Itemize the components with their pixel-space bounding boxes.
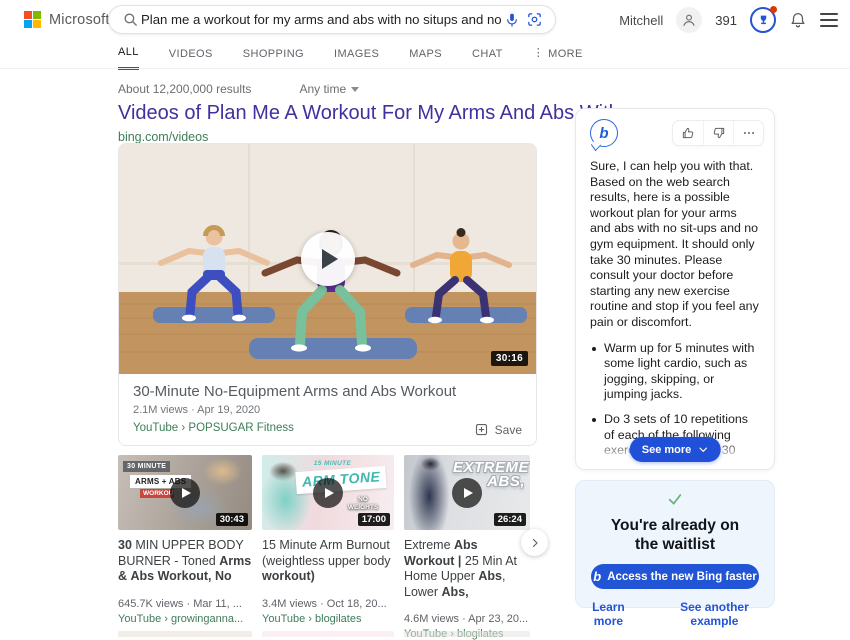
play-icon: [322, 249, 338, 269]
search-box[interactable]: [108, 5, 556, 34]
thumbs-down-button[interactable]: [703, 121, 733, 145]
bell-icon[interactable]: [789, 11, 807, 29]
thumbs-up-button[interactable]: [673, 121, 703, 145]
video-3-duration-badge: 26:24: [494, 513, 526, 526]
cutoff-thumbnail: [404, 631, 530, 637]
video-2-title[interactable]: 15 Minute Arm Burnout (weightless upper …: [262, 538, 394, 585]
main-video-title[interactable]: 30-Minute No-Equipment Arms and Abs Work…: [133, 383, 522, 400]
video-1-views: 645.7K views · Mar 11, ...: [118, 598, 252, 610]
waitlist-title: You're already on the waitlist: [576, 516, 774, 554]
main-video-meta: 2.1M views · Apr 19, 2020: [133, 404, 522, 416]
checkmark-icon: [667, 491, 683, 507]
chat-answer-body: Sure, I can help you with that. Based on…: [576, 147, 774, 470]
search-input[interactable]: [141, 12, 501, 27]
chat-bullet: Warm up for 5 minutes with some light ca…: [590, 341, 760, 403]
waitlist-card: You're already on the waitlist b Access …: [575, 480, 775, 608]
play-button[interactable]: [452, 478, 482, 508]
results-count: About 12,200,000 results: [118, 82, 251, 96]
result-url: bing.com/videos: [118, 130, 208, 144]
rewards-badge-icon[interactable]: [750, 7, 776, 33]
play-icon: [325, 488, 334, 498]
bing-search-page: Microsoft Bing: [0, 0, 850, 637]
visual-search-icon[interactable]: [523, 9, 545, 31]
tab-images[interactable]: IMAGES: [334, 46, 379, 70]
bing-chat-icon: b: [590, 119, 618, 147]
top-bar: Microsoft Bing: [0, 0, 850, 40]
carousel-video-2: 15 MINUTE ARM TONE NO WEIGHTS 17:00 15 M…: [262, 455, 394, 640]
video-1-title[interactable]: 30 MIN UPPER BODY BURNER - Toned Arms & …: [118, 538, 252, 585]
results-bar: About 12,200,000 results Any time: [118, 82, 359, 96]
video-2-source[interactable]: YouTube › blogilates: [262, 613, 394, 625]
microsoft-logo-icon: [24, 11, 41, 28]
feedback-toolbar: [672, 120, 764, 146]
chevron-down-icon: [351, 87, 359, 92]
video-3-thumbnail[interactable]: EXTREME ABS, 26:24: [404, 455, 530, 530]
play-icon: [182, 488, 191, 498]
chat-paragraph: Sure, I can help you with that. Based on…: [590, 159, 760, 331]
video-1-duration-badge: 30:43: [216, 513, 248, 526]
waitlist-links: Learn more See another example: [576, 600, 774, 628]
main-video-source[interactable]: YouTube › POPSUGAR Fitness: [133, 422, 522, 434]
thumbs-down-icon: [712, 126, 726, 140]
play-button[interactable]: [170, 478, 200, 508]
video-3-views: 4.6M views · Apr 23, 20...: [404, 613, 530, 625]
video-2-thumbnail[interactable]: 15 MINUTE ARM TONE NO WEIGHTS 17:00: [262, 455, 394, 530]
video-duration-badge: 30:16: [491, 351, 528, 366]
bing-chat-answer-card: b Su: [575, 108, 775, 470]
video-3-title[interactable]: Extreme Abs Workout | 25 Min At Home Upp…: [404, 538, 530, 600]
chevron-right-icon: [529, 537, 541, 549]
cutoff-thumbnail: [118, 631, 252, 637]
save-button[interactable]: Save: [474, 422, 522, 437]
thumbs-up-icon: [681, 126, 695, 140]
play-icon: [464, 488, 473, 498]
main-video-info: 30-Minute No-Equipment Arms and Abs Work…: [119, 374, 536, 446]
chat-header: b: [576, 109, 774, 147]
rewards-points[interactable]: 391: [715, 13, 737, 28]
play-button[interactable]: [313, 478, 343, 508]
hamburger-menu-icon[interactable]: [820, 13, 838, 27]
ellipsis-icon: [742, 126, 756, 140]
video-2-duration-badge: 17:00: [358, 513, 390, 526]
more-dots-icon: ⋮: [533, 48, 544, 59]
search-tabs: ALL VIDEOS SHOPPING IMAGES MAPS CHAT ⋮ M…: [118, 46, 583, 70]
search-icon: [119, 9, 141, 31]
tab-chat[interactable]: CHAT: [472, 46, 503, 70]
main-video-thumbnail[interactable]: 30:16: [119, 144, 536, 374]
carousel-video-1: 30 MINUTE ARMS + ABS WORKOUT 30:43 30 MI…: [118, 455, 252, 640]
divider: [0, 68, 850, 69]
video-2-overlay-label: 15 MINUTE: [314, 460, 352, 467]
avatar[interactable]: [676, 7, 702, 33]
video-2-views: 3.4M views · Oct 18, 20...: [262, 598, 394, 610]
access-bing-faster-button[interactable]: b Access the new Bing faster: [591, 564, 759, 589]
user-name[interactable]: Mitchell: [619, 13, 663, 28]
learn-more-link[interactable]: Learn more: [576, 600, 641, 628]
play-button[interactable]: [301, 232, 355, 286]
notification-dot: [770, 6, 777, 13]
bing-b-icon: b: [593, 569, 601, 584]
see-more-button[interactable]: See more: [630, 437, 721, 462]
result-heading-link[interactable]: Videos of Plan Me A Workout For My Arms …: [118, 102, 642, 125]
video-1-overlay-label: WORKOUT: [140, 489, 174, 498]
time-filter-dropdown[interactable]: Any time: [299, 82, 359, 96]
video-1-thumbnail[interactable]: 30 MINUTE ARMS + ABS WORKOUT 30:43: [118, 455, 252, 530]
more-options-button[interactable]: [733, 121, 763, 145]
see-another-example-link[interactable]: See another example: [655, 600, 774, 628]
video-2-overlay-label: NO WEIGHTS: [346, 496, 380, 512]
tab-maps[interactable]: MAPS: [409, 46, 442, 70]
video-carousel: 30 MINUTE ARMS + ABS WORKOUT 30:43 30 MI…: [118, 455, 530, 640]
tab-videos[interactable]: VIDEOS: [169, 46, 213, 70]
video-1-overlay-label: 30 MINUTE: [123, 461, 170, 472]
microphone-icon[interactable]: [501, 9, 523, 31]
carousel-video-3: EXTREME ABS, 26:24 Extreme Abs Workout |…: [404, 455, 530, 640]
video-1-source[interactable]: YouTube › growinganna...: [118, 613, 252, 625]
save-plus-icon: [474, 422, 489, 437]
tab-more[interactable]: ⋮ MORE: [533, 46, 583, 70]
tab-shopping[interactable]: SHOPPING: [243, 46, 304, 70]
chevron-down-icon: [697, 444, 708, 455]
tab-all[interactable]: ALL: [118, 46, 139, 70]
main-video-card: 30:16 30-Minute No-Equipment Arms and Ab…: [118, 143, 537, 446]
account-area: Mitchell 391: [619, 7, 838, 33]
carousel-next-button[interactable]: [521, 529, 548, 556]
cutoff-thumbnail: [262, 631, 394, 637]
